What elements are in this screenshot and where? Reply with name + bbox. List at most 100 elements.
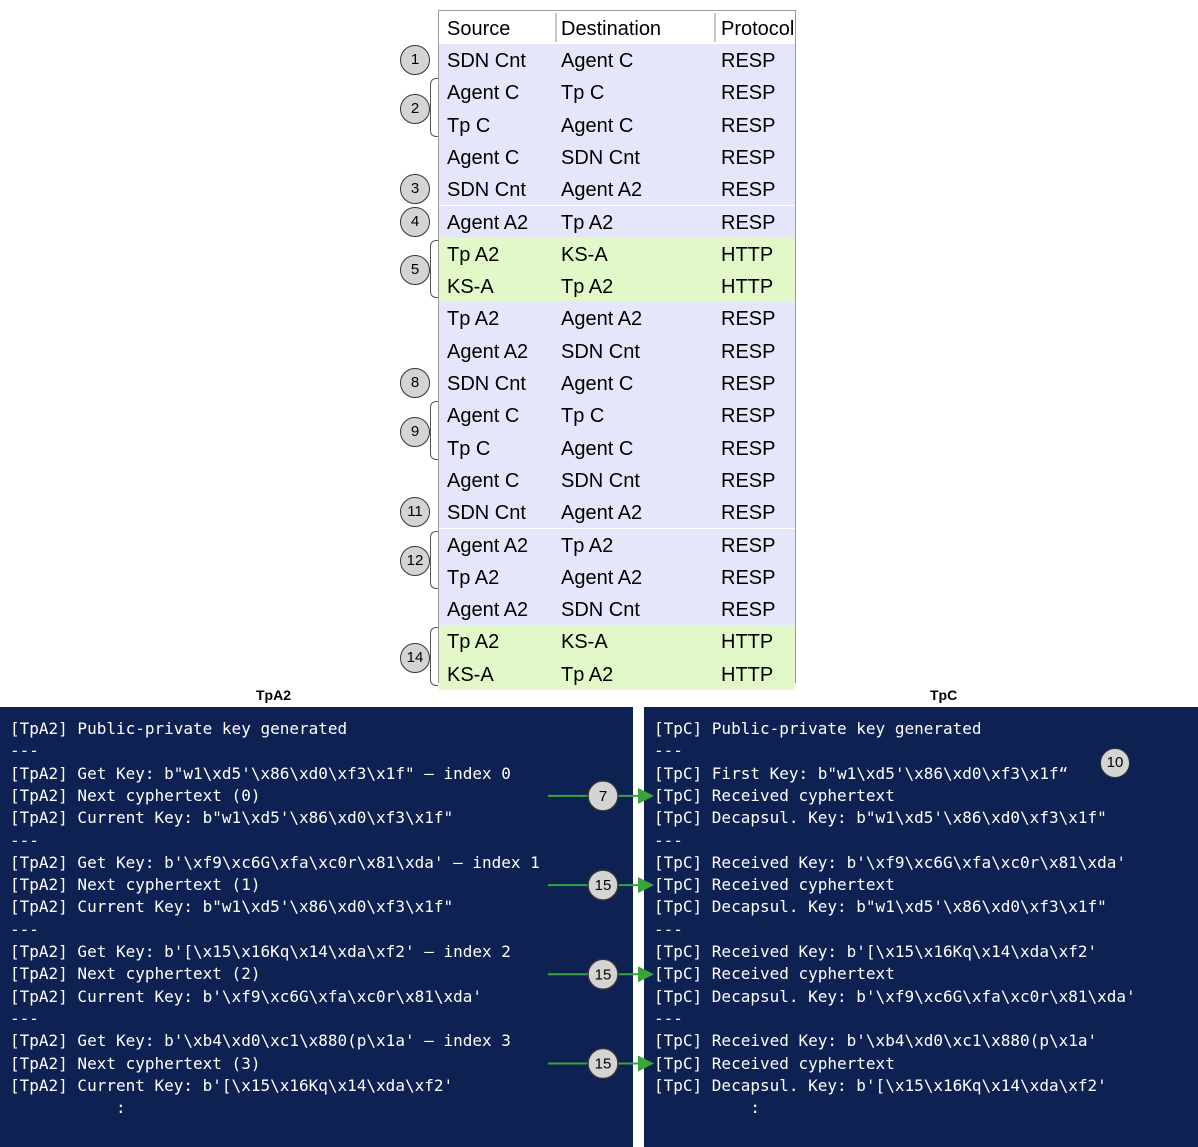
console-line: ---: [654, 919, 683, 939]
cell-source: Tp A2: [447, 308, 500, 331]
cell-source: Agent A2: [447, 340, 529, 363]
step-marker: 4: [400, 206, 430, 237]
table-row[interactable]: Tp C Agent C RESP: [439, 431, 795, 464]
table-row[interactable]: SDN Cnt Agent A2 RESP: [439, 173, 795, 206]
cell-destination: Agent A2: [561, 308, 643, 331]
table-row[interactable]: Agent A2 SDN Cnt RESP: [439, 334, 795, 367]
cell-protocol: RESP: [721, 437, 776, 460]
cell-destination: KS-A: [561, 243, 608, 266]
table-row[interactable]: Tp A2 Agent A2 RESP: [439, 560, 795, 594]
console-line: [TpC] Received Key: b'\xf9\xc6G\xfa\xc0r…: [654, 852, 1127, 872]
cell-destination: SDN Cnt: [561, 340, 640, 363]
table-row[interactable]: Agent A2 Tp A2 RESP: [439, 528, 795, 561]
table-row[interactable]: Agent C Tp C RESP: [439, 76, 795, 109]
step-marker: 10: [1100, 747, 1130, 778]
console-line: [TpC] Decapsul. Key: b'\xf9\xc6G\xfa\xc0…: [654, 986, 1136, 1006]
table-header: Source Destination Protocol: [439, 11, 795, 44]
cell-destination: KS-A: [561, 631, 608, 654]
cell-protocol: HTTP: [721, 276, 774, 299]
step-marker: 3: [400, 174, 430, 205]
cell-protocol: RESP: [721, 566, 776, 589]
table-row[interactable]: KS-A Tp A2 HTTP: [439, 657, 795, 690]
cell-source: Agent A2: [447, 534, 529, 557]
cell-protocol: RESP: [721, 211, 776, 234]
cell-destination: Agent C: [561, 114, 634, 137]
cell-protocol: RESP: [721, 599, 776, 622]
console-line: [TpA2] Current Key: b'\xf9\xc6G\xfa\xc0r…: [10, 986, 483, 1006]
cell-source: Tp A2: [447, 243, 500, 266]
console-line: ---: [10, 919, 39, 939]
step-marker: 14: [400, 642, 430, 673]
console-line: [TpC] Received cyphertext: [654, 1053, 895, 1073]
table-row[interactable]: Tp A2 KS-A HTTP: [439, 237, 795, 271]
cell-source: SDN Cnt: [447, 179, 526, 202]
table-row[interactable]: SDN Cnt Agent C RESP: [439, 367, 795, 400]
cell-source: Tp A2: [447, 631, 500, 654]
console-line: [TpA2] Next cyphertext (0): [10, 785, 261, 805]
column-header-protocol[interactable]: Protocol: [721, 11, 794, 44]
table-row[interactable]: Tp A2 KS-A HTTP: [439, 625, 795, 658]
table-row[interactable]: Agent A2 SDN Cnt RESP: [439, 593, 795, 626]
cell-protocol: RESP: [721, 179, 776, 202]
cell-source: Tp C: [447, 437, 491, 460]
step-bracket: [430, 239, 438, 299]
console-line: [TpA2] Public-private key generated: [10, 719, 348, 738]
cell-source: SDN Cnt: [447, 50, 526, 72]
table-row[interactable]: SDN Cnt Agent A2 RESP: [439, 496, 795, 529]
step-marker: 11: [400, 497, 430, 528]
column-header-source[interactable]: Source: [447, 11, 510, 44]
step-bracket: [430, 530, 438, 590]
cell-source: KS-A: [447, 276, 494, 299]
console-line: :: [10, 1098, 126, 1118]
table-row[interactable]: Tp C Agent C RESP: [439, 108, 795, 141]
console-line: [TpC] Received cyphertext: [654, 875, 895, 895]
console-line: [TpC] Public-private key generated: [654, 719, 982, 738]
packet-table: Source Destination Protocol SDN Cnt Agent…: [438, 10, 796, 690]
console-title-tpc: TpC: [930, 687, 958, 703]
table-row[interactable]: Agent C Tp C RESP: [439, 399, 795, 432]
column-divider: [555, 13, 557, 42]
cell-protocol: RESP: [721, 308, 776, 331]
console-line: [TpC] Received cyphertext: [654, 964, 895, 984]
table-row[interactable]: SDN Cnt Agent C RESP: [439, 44, 795, 77]
console-title-tpa2: TpA2: [256, 687, 291, 703]
console-line: [TpA2] Get Key: b"w1\xd5'\x86\xd0\xf3\x1…: [10, 763, 511, 783]
table-row[interactable]: Tp A2 Agent A2 RESP: [439, 302, 795, 335]
console-line: [TpA2] Get Key: b'\xb4\xd0\xc1\x880(p\x1…: [10, 1031, 511, 1051]
cell-source: Agent C: [447, 146, 520, 169]
console-line: :: [654, 1098, 760, 1118]
cell-source: Agent A2: [447, 211, 529, 234]
step-marker: 5: [400, 255, 430, 286]
cell-destination: SDN Cnt: [561, 146, 640, 169]
console-line: ---: [10, 830, 39, 850]
cell-destination: Agent C: [561, 437, 634, 460]
step-bracket: [430, 78, 438, 137]
table-row[interactable]: Agent A2 Tp A2 RESP: [439, 205, 795, 238]
cell-destination: Tp A2: [561, 276, 614, 299]
cell-protocol: RESP: [721, 469, 776, 492]
table-row[interactable]: KS-A Tp A2 HTTP: [439, 270, 795, 303]
table-row[interactable]: Agent C SDN Cnt RESP: [439, 463, 795, 497]
table-row[interactable]: Agent C SDN Cnt RESP: [439, 140, 795, 174]
console-line: [TpC] Decapsul. Key: b"w1\xd5'\x86\xd0\x…: [654, 897, 1107, 917]
cell-destination: Tp A2: [561, 211, 614, 234]
column-header-destination[interactable]: Destination: [561, 11, 661, 44]
cell-destination: Tp C: [561, 405, 605, 428]
console-line: [TpA2] Next cyphertext (1): [10, 875, 261, 895]
console-tpc: [TpC] Public-private key generated --- [Tp…: [644, 707, 1198, 1147]
console-line: [TpA2] Current Key: b'[\x15\x16Kq\x14\xd…: [10, 1075, 454, 1095]
console-line: ---: [10, 1008, 39, 1028]
cell-source: Agent C: [447, 82, 520, 105]
cell-protocol: RESP: [721, 50, 776, 72]
cell-destination: SDN Cnt: [561, 469, 640, 492]
cell-destination: Tp A2: [561, 663, 614, 686]
console-line: [TpA2] Current Key: b"w1\xd5'\x86\xd0\xf…: [10, 808, 454, 828]
cell-destination: Tp C: [561, 82, 605, 105]
cell-destination: Agent A2: [561, 502, 643, 525]
cell-protocol: HTTP: [721, 631, 774, 654]
cell-protocol: RESP: [721, 82, 776, 105]
cell-source: Tp C: [447, 114, 491, 137]
step-bracket: [430, 627, 438, 686]
cell-destination: Agent A2: [561, 179, 643, 202]
step-marker: 9: [400, 416, 430, 447]
